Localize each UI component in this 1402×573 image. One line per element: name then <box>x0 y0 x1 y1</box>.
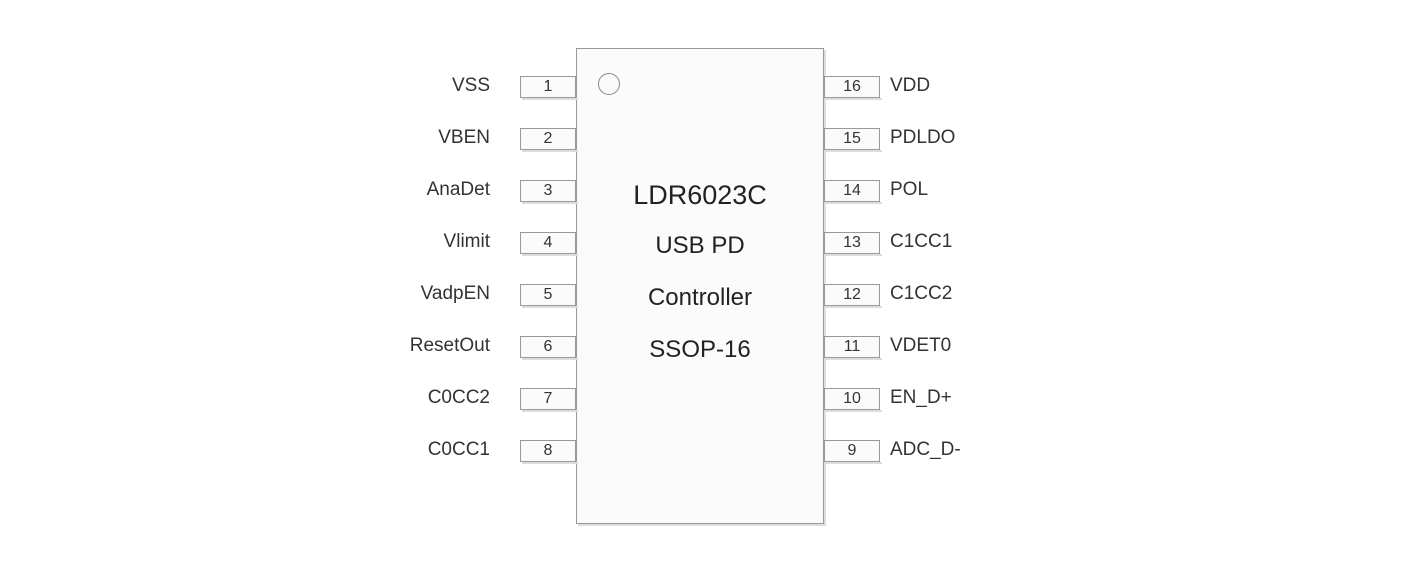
pin-5-shadow <box>522 306 578 308</box>
pin-14-label: POL <box>890 179 928 201</box>
pin-12-box: 12 <box>824 284 880 306</box>
pin-1-shadow <box>522 98 578 100</box>
pin-14-box: 14 <box>824 180 880 202</box>
pin-8-label: C0CC1 <box>0 439 500 461</box>
pin-16-shadow <box>826 98 882 100</box>
pin-7-box: 7 <box>520 388 576 410</box>
chip-part-number: LDR6023C <box>576 180 824 211</box>
pin-9-shadow <box>826 462 882 464</box>
pin-14-shadow <box>826 202 882 204</box>
pin-3-box: 3 <box>520 180 576 202</box>
pin-1-box: 1 <box>520 76 576 98</box>
pin-2-shadow <box>522 150 578 152</box>
pin-5-label: VadpEN <box>0 283 500 305</box>
chip-shadow-bottom <box>578 524 826 526</box>
pin-7-label: C0CC2 <box>0 387 500 409</box>
pin-4-box: 4 <box>520 232 576 254</box>
pin-12-shadow <box>826 306 882 308</box>
pin-6-shadow <box>522 358 578 360</box>
pin-3-label: AnaDet <box>0 179 500 201</box>
pin-13-box: 13 <box>824 232 880 254</box>
pin-5-box: 5 <box>520 284 576 306</box>
pin-13-label: C1CC1 <box>890 231 952 253</box>
pin-3-shadow <box>522 202 578 204</box>
pin-11-label: VDET0 <box>890 335 951 357</box>
pin1-indicator-dot <box>598 73 620 95</box>
pin-8-shadow <box>522 462 578 464</box>
pin-9-label: ADC_D- <box>890 439 961 461</box>
pin-2-label: VBEN <box>0 127 500 149</box>
pin-6-label: ResetOut <box>0 335 500 357</box>
pin-12-label: C1CC2 <box>890 283 952 305</box>
pin-8-box: 8 <box>520 440 576 462</box>
pin-15-shadow <box>826 150 882 152</box>
pin-10-label: EN_D+ <box>890 387 952 409</box>
pin-10-box: 10 <box>824 388 880 410</box>
pin-16-label: VDD <box>890 75 930 97</box>
pin-10-shadow <box>826 410 882 412</box>
diagram-stage: LDR6023C USB PD Controller SSOP-16 1 VSS 2… <box>0 0 1402 573</box>
pin-11-box: 11 <box>824 336 880 358</box>
pin-15-label: PDLDO <box>890 127 955 149</box>
pin-6-box: 6 <box>520 336 576 358</box>
pin-9-box: 9 <box>824 440 880 462</box>
chip-function-line1: USB PD <box>576 232 824 260</box>
pin-16-box: 16 <box>824 76 880 98</box>
pin-1-label: VSS <box>0 75 500 97</box>
pin-15-box: 15 <box>824 128 880 150</box>
pin-7-shadow <box>522 410 578 412</box>
chip-package: SSOP-16 <box>576 336 824 364</box>
pin-4-shadow <box>522 254 578 256</box>
chip-function-line2: Controller <box>576 284 824 312</box>
pin-4-label: Vlimit <box>0 231 500 253</box>
pin-11-shadow <box>826 358 882 360</box>
pin-2-box: 2 <box>520 128 576 150</box>
pin-13-shadow <box>826 254 882 256</box>
